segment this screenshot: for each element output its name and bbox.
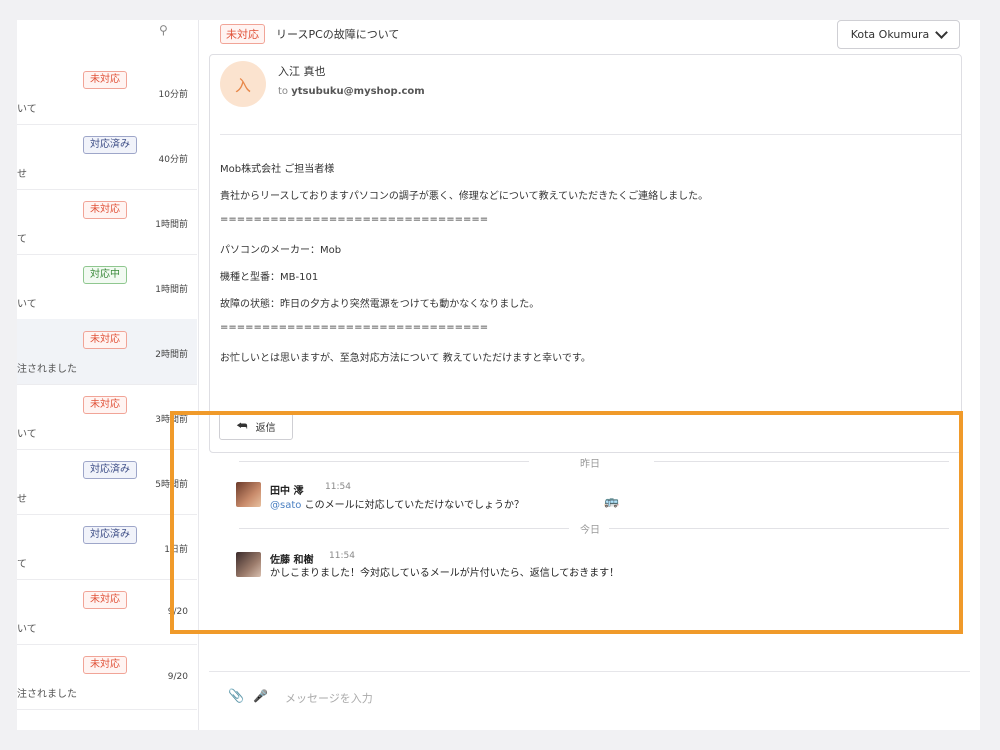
divider — [609, 528, 949, 529]
microphone-icon[interactable]: 🎤 — [253, 689, 268, 703]
comment-time: 11:54 — [329, 551, 355, 561]
list-item-time: 10分前 — [158, 90, 188, 100]
comment-text: かしこまりました！今対応しているメールが片付いたら、返信しておきます！ — [270, 568, 620, 579]
list-item-time: 3時間前 — [155, 415, 188, 425]
app-frame: ⚲ 未対応 10分前 いて 対応済み 40分前 せ 未対応 1時間前 て 対応中… — [17, 20, 980, 730]
email-card: 入 入江 真也 to ytsubuku@myshop.com Mob株式会社 ご… — [209, 54, 962, 453]
email-body-line: ================================ — [220, 322, 489, 333]
list-item-subject: いて — [17, 104, 37, 115]
list-item[interactable]: 未対応 1時間前 て — [17, 189, 197, 255]
email-body-line: 故障の状態：昨日の夕方より突然電源をつけても動かなくなりました。 — [220, 299, 540, 310]
recipient-line: to ytsubuku@myshop.com — [278, 86, 425, 97]
list-item-time: 1時間前 — [155, 285, 188, 295]
assignee-dropdown[interactable]: Kota Okumura — [837, 20, 960, 49]
list-item-time: 1日前 — [164, 545, 188, 555]
to-prefix: to — [278, 86, 289, 97]
list-item-time: 9/20 — [167, 672, 188, 682]
chevron-down-icon — [935, 26, 949, 39]
status-badge: 対応中 — [83, 266, 127, 284]
list-item-time: 2時間前 — [155, 350, 188, 360]
list-item-subject: いて — [17, 429, 37, 440]
divider — [220, 134, 961, 135]
message-detail: 未対応 リースPCの故障について Kota Okumura 入 入江 真也 to… — [199, 20, 980, 730]
mention-link[interactable]: @sato — [270, 500, 301, 511]
comment-body: このメールに対応していただけないでしょうか？ — [304, 500, 524, 511]
divider — [239, 528, 569, 529]
avatar — [236, 482, 261, 507]
paperclip-icon[interactable]: 📎 — [228, 689, 244, 704]
status-badge: 対応済み — [83, 136, 137, 154]
list-item-time: 1時間前 — [155, 220, 188, 230]
divider — [209, 671, 970, 672]
list-item-subject: 注されました — [17, 689, 77, 700]
list-item[interactable]: 未対応 10分前 いて — [17, 59, 197, 125]
list-item-subject: て — [17, 559, 27, 570]
list-item-subject: せ — [17, 169, 27, 180]
status-badge: 未対応 — [83, 331, 127, 349]
sender-name: 入江 真也 — [278, 65, 326, 78]
message-input[interactable] — [283, 687, 687, 709]
comment-author: 田中 澪 — [270, 486, 304, 497]
email-body-line: Mob株式会社 ご担当者様 — [220, 164, 335, 175]
status-badge: 未対応 — [83, 656, 127, 674]
email-body-line: 機種と型番：MB-101 — [220, 272, 319, 283]
list-item-subject: せ — [17, 494, 27, 505]
list-item-subject: いて — [17, 299, 37, 310]
page-title: リースPCの故障について — [276, 28, 400, 41]
status-badge: 未対応 — [83, 396, 127, 414]
date-separator: 昨日 — [580, 459, 600, 470]
list-item-time: 5時間前 — [155, 480, 188, 490]
divider — [239, 461, 529, 462]
list-item-subject: て — [17, 234, 27, 245]
list-item[interactable]: 対応中 1時間前 いて — [17, 254, 197, 320]
email-body-line: ================================ — [220, 214, 489, 225]
status-badge: 未対応 — [83, 201, 127, 219]
date-separator: 今日 — [580, 525, 600, 536]
list-item[interactable]: 未対応 9/20 注されました — [17, 644, 197, 710]
email-body-line: パソコンのメーカー：Mob — [220, 245, 342, 256]
reply-button[interactable]: ⮪ 返信 — [219, 412, 293, 440]
avatar — [236, 552, 261, 577]
email-body-line: 貴社からリースしておりますパソコンの調子が悪く、修理などについて教えていただきた… — [220, 191, 709, 202]
assignee-name: Kota Okumura — [850, 28, 930, 41]
recipient-address: ytsubuku@myshop.com — [291, 86, 425, 97]
divider — [654, 461, 949, 462]
email-body-line: お忙しいとは思いますが、至急対応方法について 教えていただけますと幸いです。 — [220, 353, 591, 364]
list-item-time: 40分前 — [158, 155, 188, 165]
list-item[interactable]: 未対応 9/20 いて — [17, 579, 197, 645]
conversation-list: ⚲ 未対応 10分前 いて 対応済み 40分前 せ 未対応 1時間前 て 対応中… — [17, 20, 199, 730]
status-badge: 未対応 — [83, 591, 127, 609]
reply-arrow-icon: ⮪ — [236, 418, 248, 433]
list-item[interactable]: 対応済み 40分前 せ — [17, 124, 197, 190]
list-item[interactable]: 対応済み 5時間前 せ — [17, 449, 197, 515]
status-badge[interactable]: 未対応 — [220, 24, 265, 44]
bus-emoji-icon: 🚌 — [604, 494, 619, 508]
status-badge: 未対応 — [83, 71, 127, 89]
list-item-subject: 注されました — [17, 364, 77, 375]
list-item[interactable]: 対応済み 1日前 て — [17, 514, 197, 580]
status-badge: 対応済み — [83, 461, 137, 479]
comment-text: @sato このメールに対応していただけないでしょうか？ — [270, 496, 524, 511]
list-item[interactable]: 未対応 3時間前 いて — [17, 384, 197, 450]
list-item-subject: いて — [17, 624, 37, 635]
list-item-selected[interactable]: 未対応 2時間前 注されました — [17, 319, 197, 385]
reply-label: 返信 — [255, 422, 276, 434]
list-item-time: 9/20 — [167, 607, 188, 617]
search-icon[interactable]: ⚲ — [159, 23, 168, 37]
avatar: 入 — [220, 61, 266, 107]
comment-time: 11:54 — [325, 482, 351, 492]
status-badge: 対応済み — [83, 526, 137, 544]
